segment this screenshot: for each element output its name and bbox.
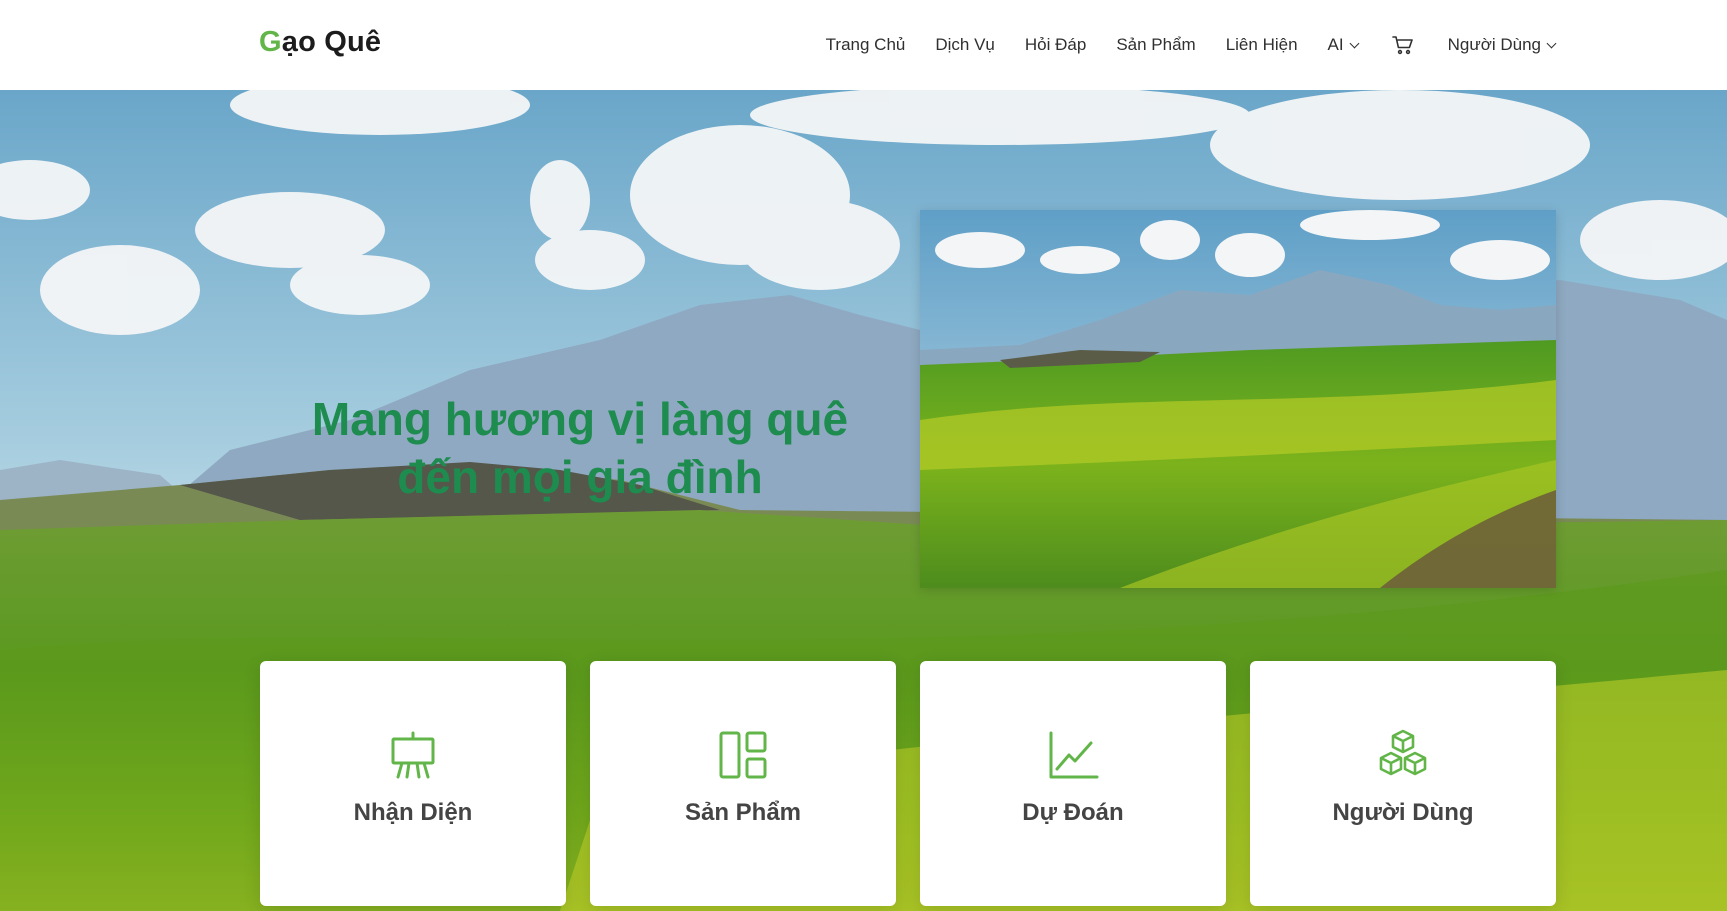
card-san-pham[interactable]: Sản Phẩm [590, 661, 896, 906]
card-du-doan[interactable]: Dự Đoán [920, 661, 1226, 906]
nav-dich-vu[interactable]: Dịch Vụ [935, 35, 995, 55]
site-header: Gạo Quê Trang Chủ Dịch Vụ Hỏi Đáp Sản Ph… [0, 0, 1727, 90]
logo-initial: G [259, 26, 282, 58]
hero-landscape-photo [920, 210, 1556, 588]
nav-user-dropdown[interactable]: Người Dùng [1447, 35, 1557, 55]
hero-title-line1: Mang hương vị làng quê [311, 393, 849, 445]
card-nhan-dien[interactable]: Nhận Diện [260, 661, 566, 906]
nav-ai-dropdown[interactable]: AI [1327, 35, 1360, 55]
hero-title-line2: đến mọi gia đình [397, 451, 763, 503]
main-nav: Trang Chủ Dịch Vụ Hỏi Đáp Sản Phẩm Liên … [826, 0, 1557, 90]
nav-san-pham[interactable]: Sản Phẩm [1116, 35, 1195, 55]
card-label: Sản Phẩm [684, 799, 802, 826]
chart-line-icon [1049, 731, 1099, 779]
landscape-photo-image [920, 210, 1556, 588]
nav-lien-hien[interactable]: Liên Hiện [1226, 35, 1298, 55]
card-label: Người Dùng [1332, 799, 1474, 826]
nav-user-label: Người Dùng [1447, 35, 1541, 54]
nav-ai-label: AI [1327, 35, 1344, 54]
logo[interactable]: Gạo Quê [259, 26, 381, 59]
easel-icon [391, 731, 435, 779]
logo-text: ạo Quê [281, 26, 382, 58]
cart-icon [1391, 36, 1413, 55]
chevron-down-icon [1546, 38, 1557, 48]
card-label: Nhận Diện [353, 799, 473, 826]
cart-button[interactable] [1391, 35, 1414, 55]
nav-hoi-dap[interactable]: Hỏi Đáp [1025, 35, 1086, 55]
boxes-icon [1379, 729, 1427, 776]
card-label: Dự Đoán [1022, 799, 1124, 826]
hero-title: Mang hương vị làng quê đến mọi gia đình [260, 390, 900, 506]
chevron-down-icon [1349, 38, 1360, 48]
nav-trang-chu[interactable]: Trang Chủ [826, 35, 906, 55]
hero-section: Mang hương vị làng quê đến mọi gia đình [0, 90, 1727, 911]
layout-icon [719, 731, 767, 779]
card-nguoi-dung[interactable]: Người Dùng [1250, 661, 1556, 906]
